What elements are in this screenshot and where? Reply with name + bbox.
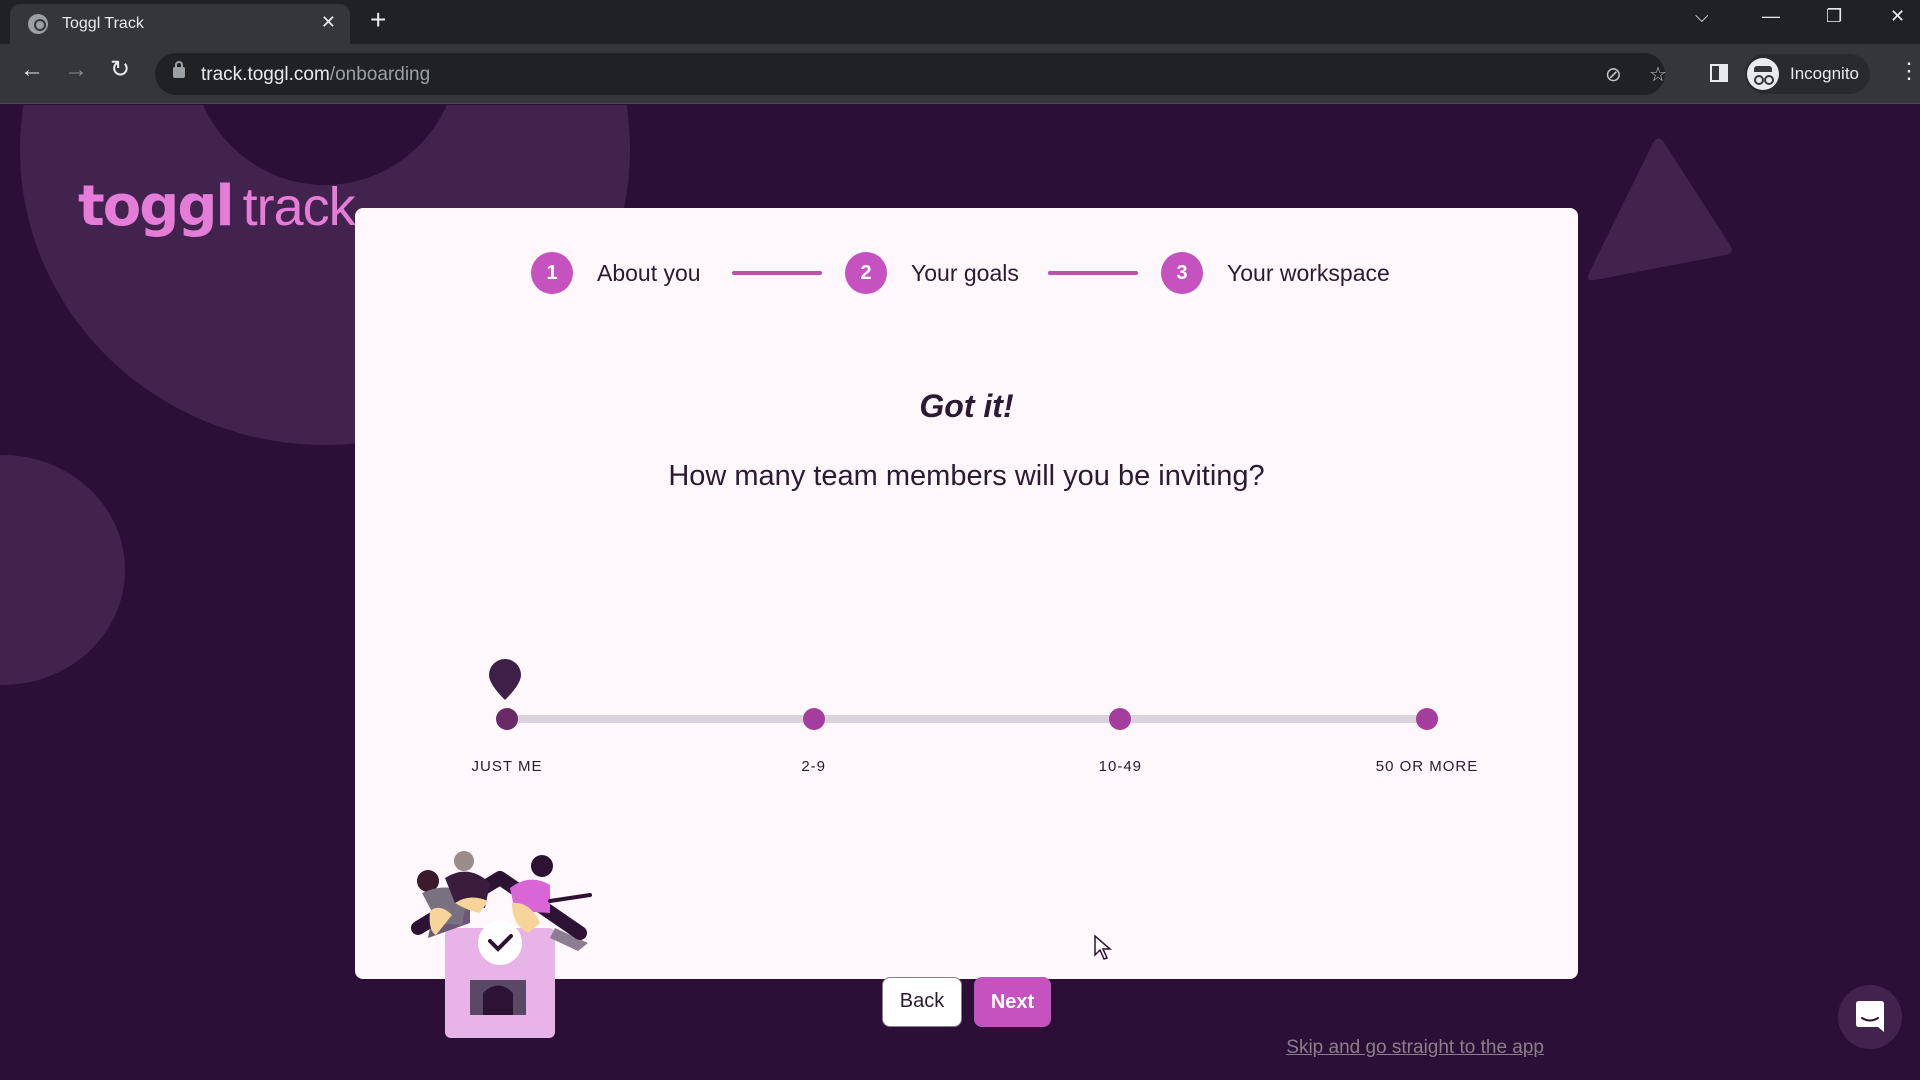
slider-track[interactable]	[507, 715, 1427, 723]
profile-label: Incognito	[1790, 64, 1859, 83]
slider-handle-pin-icon[interactable]	[488, 658, 522, 700]
onboarding-card: 1 About you 2 Your goals 3 Your workspac…	[355, 208, 1578, 1058]
minimize-icon[interactable]: —	[1762, 6, 1780, 27]
slider-stop[interactable]	[802, 708, 825, 730]
bookmark-star-icon[interactable]: ☆	[1649, 62, 1667, 87]
step-1-badge: 1	[531, 252, 573, 294]
restore-icon[interactable]: ❐	[1826, 6, 1842, 27]
slider-stop-label[interactable]: JUST ME	[427, 758, 587, 775]
back-button[interactable]: Back	[882, 977, 962, 1027]
browser-tab[interactable]: Toggl Track ✕	[10, 4, 350, 44]
browser-toolbar: ← → ↻ track.toggl.com/onboarding ⊘ ☆ Inc…	[0, 44, 1920, 104]
team-house-illustration	[411, 851, 592, 1038]
heading: Got it!	[919, 388, 1014, 424]
mouse-cursor-icon	[1094, 935, 1112, 960]
slider-stop-label[interactable]: 50 OR MORE	[1347, 758, 1507, 775]
toggl-favicon-icon	[28, 14, 48, 34]
slider-stop[interactable]	[1109, 708, 1132, 730]
team-size-slider[interactable]: JUST ME 2-9 10-49 50 OR MORE	[472, 608, 1477, 808]
question: How many team members will you be inviti…	[668, 460, 1265, 492]
tab-title: Toggl Track	[62, 15, 144, 32]
skip-link[interactable]: Skip and go straight to the app	[1286, 1037, 1544, 1059]
url-path: /onboarding	[329, 64, 431, 85]
close-tab-icon[interactable]: ✕	[321, 12, 336, 33]
browser-tab-bar: Toggl Track ✕ + ⌵ — ❐ ✕	[0, 0, 1920, 44]
slider-stop-label[interactable]: 2-9	[734, 758, 894, 775]
step-connector	[1048, 271, 1138, 275]
address-bar[interactable]: track.toggl.com/onboarding ⊘ ☆	[155, 53, 1667, 95]
chat-icon	[1856, 1001, 1884, 1032]
lock-icon[interactable]	[173, 61, 185, 78]
url-text[interactable]: track.toggl.com/onboarding	[201, 64, 430, 86]
incognito-profile-button[interactable]: Incognito	[1745, 54, 1870, 94]
slider-stop[interactable]	[496, 708, 518, 730]
kebab-menu-icon[interactable]: ⋮	[1898, 60, 1920, 82]
new-tab-icon[interactable]: +	[370, 4, 386, 36]
url-domain: track.toggl.com	[201, 64, 330, 85]
toggl-track-logo: toggl track	[78, 170, 356, 239]
step-1-label: About you	[597, 260, 701, 286]
decorative-circle	[0, 455, 125, 685]
back-arrow-icon[interactable]: ←	[20, 58, 44, 82]
step-3-label: Your workspace	[1227, 260, 1390, 286]
reload-icon[interactable]: ↻	[110, 58, 130, 82]
chat-support-button[interactable]	[1838, 985, 1902, 1049]
step-3-badge: 3	[1161, 252, 1203, 294]
side-panel-icon[interactable]	[1710, 64, 1728, 82]
next-button[interactable]: Next	[974, 977, 1051, 1027]
step-2-label: Your goals	[911, 260, 1019, 286]
slider-stop[interactable]	[1416, 708, 1438, 730]
onboarding-page: toggl track 1 About you 2 Your goals 3 Yo…	[0, 105, 1920, 1080]
slider-stop-label[interactable]: 10-49	[1040, 758, 1200, 775]
eye-slash-icon[interactable]: ⊘	[1605, 62, 1622, 87]
logo-toggl: toggl	[78, 174, 235, 239]
incognito-icon	[1747, 58, 1779, 90]
step-2-badge: 2	[845, 252, 887, 294]
close-window-icon[interactable]: ✕	[1890, 6, 1905, 27]
step-connector	[732, 271, 822, 275]
tab-search-chevron-down-icon[interactable]: ⌵	[1695, 6, 1709, 27]
logo-track: track	[242, 177, 356, 237]
forward-arrow-icon[interactable]: →	[64, 58, 88, 82]
decorative-triangle	[1587, 138, 1732, 281]
